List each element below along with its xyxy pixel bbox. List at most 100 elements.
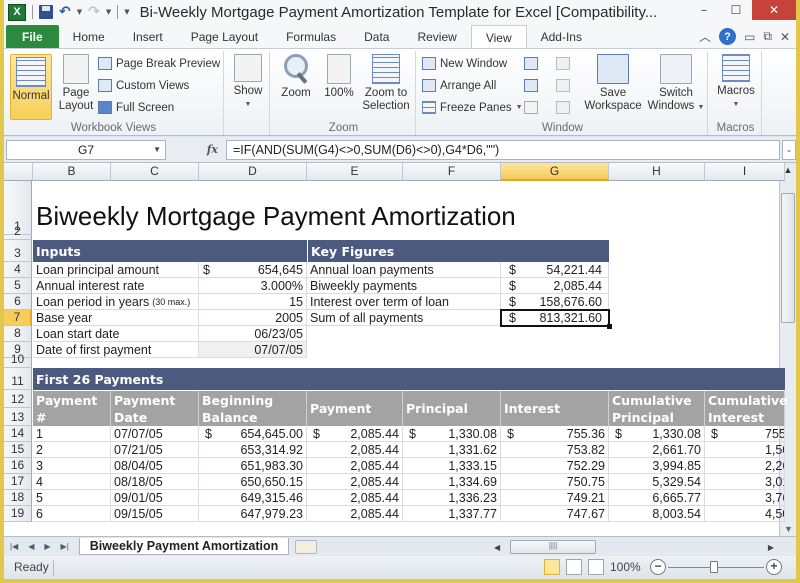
custom-views-button[interactable]: Custom Views	[98, 79, 189, 92]
maximize-button[interactable]: ☐	[720, 0, 752, 20]
vertical-scroll-thumb[interactable]	[781, 193, 795, 323]
column-header-f[interactable]: F	[403, 163, 501, 181]
zoom-slider-handle[interactable]	[710, 561, 718, 573]
undo-dropdown-icon[interactable]: ▼	[77, 8, 82, 16]
unhide-button[interactable]	[524, 101, 538, 114]
payment-cell[interactable]: 4	[33, 474, 111, 490]
payment-cell[interactable]: 649,315.46	[199, 490, 307, 506]
column-header-b[interactable]: B	[33, 163, 111, 181]
next-sheet-icon[interactable]: ▶	[44, 542, 50, 551]
save-workspace-button[interactable]: Save Workspace	[582, 54, 644, 113]
scroll-right-icon[interactable]: ▶	[768, 543, 774, 552]
column-header-h[interactable]: H	[609, 163, 705, 181]
workbook-minimize-icon[interactable]: ▭	[744, 30, 755, 44]
payment-cell[interactable]: 2,085.44	[307, 506, 403, 522]
payment-cell[interactable]: $755.	[705, 426, 785, 442]
formula-input[interactable]: =IF(AND(SUM(G4)<>0,SUM(D6)<>0),G4*D6,"")	[226, 139, 780, 160]
column-header-i[interactable]: I	[705, 163, 785, 181]
payment-cell[interactable]: 2,085.44	[307, 458, 403, 474]
payments-column-header[interactable]: Interest	[501, 390, 609, 426]
workbook-close-icon[interactable]: ✕	[780, 30, 790, 44]
payment-cell[interactable]: 5,329.54	[609, 474, 705, 490]
payment-cell[interactable]: 08/18/05	[111, 474, 199, 490]
minimize-button[interactable]: –	[688, 0, 720, 20]
new-window-button[interactable]: New Window	[422, 57, 507, 70]
payment-cell[interactable]: 650,650.15	[199, 474, 307, 490]
payment-cell[interactable]: 1,334.69	[403, 474, 501, 490]
payment-cell[interactable]: 752.29	[501, 458, 609, 474]
normal-view-button[interactable]: Normal	[10, 54, 52, 120]
tab-add-ins[interactable]: Add-Ins	[527, 30, 596, 49]
payment-cell[interactable]: 1	[33, 426, 111, 442]
split-button[interactable]	[524, 57, 538, 70]
payment-cell[interactable]: 3,012.	[705, 474, 785, 490]
payments-column-header[interactable]: Payment	[307, 390, 403, 426]
undo-icon[interactable]: ↶	[59, 4, 71, 20]
worksheet-grid[interactable]: Biweekly Mortgage Payment Amortization ▲…	[4, 163, 796, 536]
input-value[interactable]: 3.000%	[199, 278, 307, 294]
help-icon[interactable]: ?	[719, 28, 737, 45]
column-header-e[interactable]: E	[307, 163, 403, 181]
page-break-preview-button[interactable]: Page Break Preview	[98, 57, 220, 70]
row-header-17[interactable]: 17	[4, 474, 32, 490]
synchronous-scrolling-button[interactable]	[556, 79, 570, 92]
payment-cell[interactable]: 6,665.77	[609, 490, 705, 506]
payment-cell[interactable]: 5	[33, 490, 111, 506]
payment-cell[interactable]: 3,994.85	[609, 458, 705, 474]
payment-cell[interactable]: 1,336.23	[403, 490, 501, 506]
payment-cell[interactable]: 07/07/05	[111, 426, 199, 442]
zoom-in-icon[interactable]: +	[766, 559, 782, 575]
page-layout-status-icon[interactable]	[566, 559, 582, 575]
minimize-ribbon-icon[interactable]: ︿	[699, 28, 711, 45]
row-header-18[interactable]: 18	[4, 490, 32, 506]
column-header-d[interactable]: D	[199, 163, 307, 181]
macros-button[interactable]: Macros ▼	[714, 54, 758, 111]
hide-button[interactable]	[524, 79, 538, 92]
column-header-c[interactable]: C	[111, 163, 199, 181]
input-value[interactable]: 06/23/05	[199, 326, 307, 342]
input-value[interactable]: 15	[199, 294, 307, 310]
payment-cell[interactable]: 647,979.23	[199, 506, 307, 522]
row-header-10[interactable]: 10	[4, 352, 32, 368]
payment-cell[interactable]: 6	[33, 506, 111, 522]
page-layout-view-button[interactable]: Page Layout	[56, 54, 96, 113]
expand-formula-bar-icon[interactable]: ⌄	[782, 139, 796, 160]
key-figure-value[interactable]: $158,676.60	[501, 294, 609, 310]
zoom-100-button[interactable]: 100%	[320, 54, 358, 100]
payment-cell[interactable]: 747.67	[501, 506, 609, 522]
row-header-19[interactable]: 19	[4, 506, 32, 522]
payment-cell[interactable]: 08/04/05	[111, 458, 199, 474]
payment-cell[interactable]: 4,509.	[705, 506, 785, 522]
key-figure-value[interactable]: $2,085.44	[501, 278, 609, 294]
payment-cell[interactable]: $1,330.08	[403, 426, 501, 442]
payment-cell[interactable]: 07/21/05	[111, 442, 199, 458]
row-header-16[interactable]: 16	[4, 458, 32, 474]
column-header-g[interactable]: G	[501, 163, 609, 181]
row-header-13[interactable]: 13	[4, 408, 32, 426]
horizontal-scrollbar[interactable]: ◀ |||| ▶	[480, 540, 780, 554]
zoom-level[interactable]: 100%	[610, 560, 641, 574]
key-figure-value[interactable]: $54,221.44	[501, 262, 609, 278]
payment-cell[interactable]: 1,333.15	[403, 458, 501, 474]
payment-cell[interactable]: 2,085.44	[307, 490, 403, 506]
tab-data[interactable]: Data	[350, 30, 403, 49]
input-value[interactable]: 2005	[199, 310, 307, 326]
customize-qat-icon[interactable]: ▼	[124, 8, 129, 16]
scroll-left-icon[interactable]: ◀	[494, 543, 500, 552]
switch-windows-button[interactable]: Switch Windows ▼	[646, 54, 706, 114]
key-figure-value[interactable]: $813,321.60	[501, 310, 609, 326]
input-value[interactable]: 07/07/05	[199, 342, 307, 358]
payments-column-header[interactable]: Cumulative Interest	[705, 390, 788, 426]
payment-cell[interactable]: 653,314.92	[199, 442, 307, 458]
insert-worksheet-icon[interactable]	[295, 539, 318, 554]
row-header-3[interactable]: 3	[4, 240, 32, 262]
payments-column-header[interactable]: Payment #	[33, 390, 111, 426]
payment-cell[interactable]: 2,085.44	[307, 442, 403, 458]
payment-cell[interactable]: $2,085.44	[307, 426, 403, 442]
payment-cell[interactable]: 1,337.77	[403, 506, 501, 522]
payments-column-header[interactable]: Principal	[403, 390, 501, 426]
name-box-dropdown-icon[interactable]: ▼	[153, 145, 161, 154]
last-sheet-icon[interactable]: ▶|	[61, 542, 69, 551]
row-header-14[interactable]: 14	[4, 426, 32, 442]
freeze-panes-button[interactable]: Freeze Panes ▼	[422, 101, 523, 114]
